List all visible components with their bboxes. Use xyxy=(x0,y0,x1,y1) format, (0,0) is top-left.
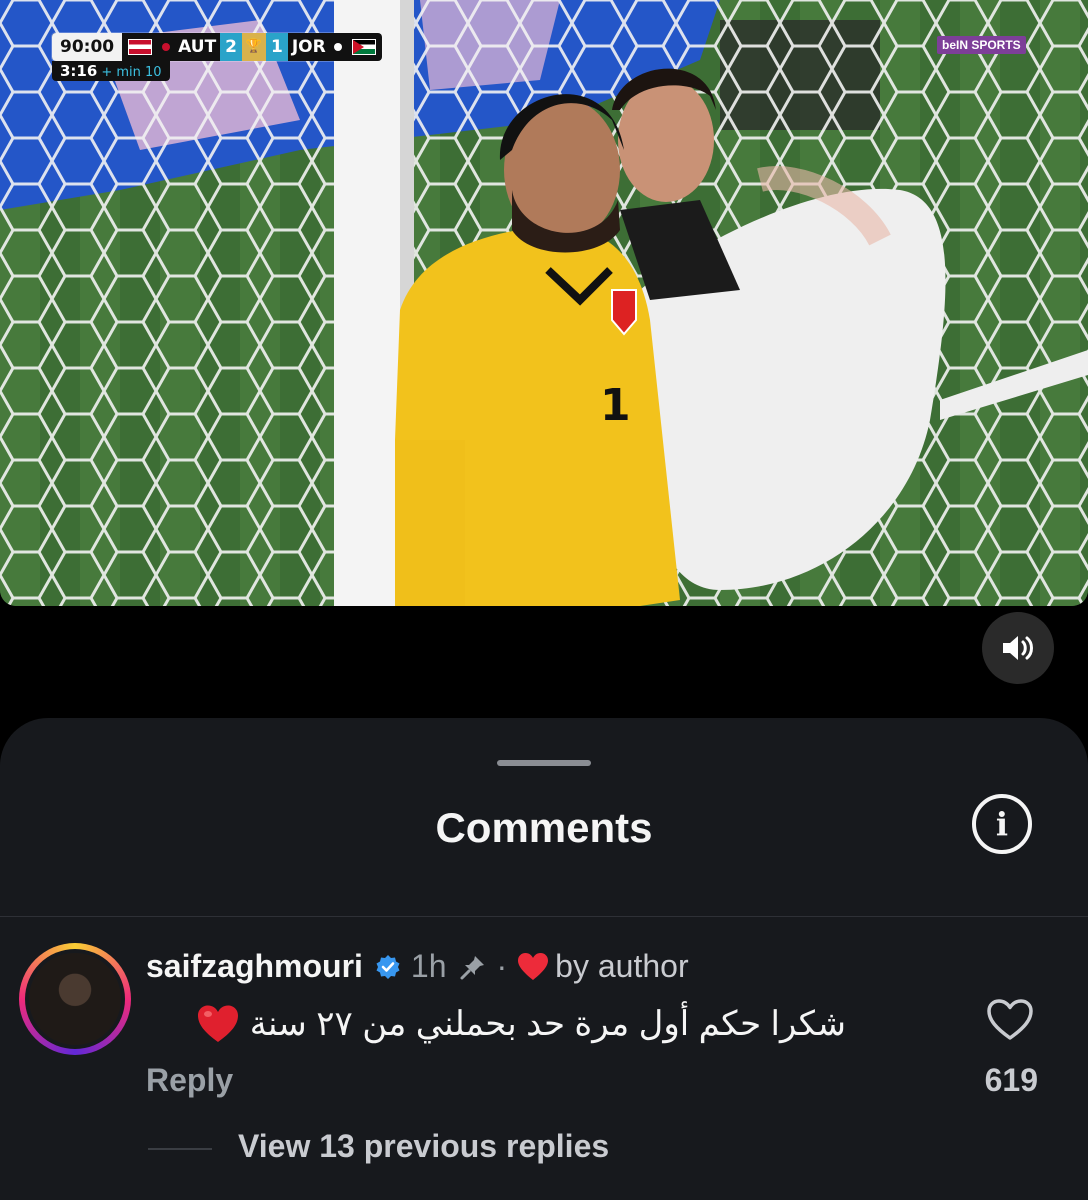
team-color-dot-away xyxy=(333,43,342,51)
comment-body: شكرا حكم أول مرة حد بحملني من ٢٧ سنة xyxy=(146,1004,846,1044)
sheet-drag-handle[interactable] xyxy=(497,760,591,766)
home-team-name: AUT xyxy=(178,37,217,57)
match-clock: 90:00 xyxy=(52,33,123,61)
avatar-image xyxy=(29,953,121,1045)
speaker-volume-icon xyxy=(1003,636,1033,660)
avatar xyxy=(25,949,125,1049)
away-score: 1 xyxy=(266,33,288,61)
heart-emoji-icon xyxy=(197,1005,238,1042)
home-score: 2 xyxy=(220,33,243,61)
info-icon: i xyxy=(995,805,1009,843)
added-time: 3:16 + min 10 xyxy=(52,61,170,81)
team-flag-away xyxy=(351,39,376,55)
reply-button[interactable]: Reply xyxy=(146,1062,233,1099)
broadcaster-logo: beIN SPORTS xyxy=(937,36,1026,54)
red-heart-icon xyxy=(518,952,549,980)
comment-time: 1h xyxy=(410,948,447,984)
sheet-title: Comments xyxy=(435,804,653,851)
svg-text:1: 1 xyxy=(600,380,631,431)
added-time-label: + min 10 xyxy=(101,65,162,80)
comment-header: saifzaghmouri 1h · by author xyxy=(146,948,689,985)
liked-by-author-label: by author xyxy=(555,948,689,984)
separator-dot: · xyxy=(496,948,508,984)
trophy-icon: 🏆 xyxy=(242,33,267,61)
pin-icon xyxy=(460,955,484,979)
verified-badge-icon xyxy=(376,954,400,979)
video-frame: 1 xyxy=(0,0,1088,606)
avatar-story-ring[interactable] xyxy=(19,943,131,1055)
scoreboard: 90:00 AUT 2 🏆 1 JOR xyxy=(52,33,382,61)
replies-indent-line xyxy=(148,1148,212,1150)
header-divider xyxy=(0,916,1088,917)
added-time-clock: 3:16 xyxy=(60,62,98,80)
like-heart-icon[interactable] xyxy=(986,998,1034,1042)
like-count: 619 xyxy=(984,1062,1038,1098)
team-color-dot-home xyxy=(162,43,171,51)
team-flag-home xyxy=(128,39,153,55)
view-previous-replies-button[interactable]: View 13 previous replies xyxy=(238,1128,609,1165)
comments-sheet: Comments i saifzaghmouri 1h · by author … xyxy=(0,718,1088,1200)
info-button[interactable]: i xyxy=(972,794,1032,854)
away-team-name: JOR xyxy=(291,37,326,57)
video-player[interactable]: 1 90:00 AUT 2 🏆 1 JOR 3:16 + min 10 beIN … xyxy=(0,0,1088,606)
sound-toggle-button[interactable] xyxy=(982,612,1054,684)
comment-username[interactable]: saifzaghmouri xyxy=(146,948,363,985)
comment-text: شكرا حكم أول مرة حد بحملني من ٢٧ سنة xyxy=(249,1005,846,1043)
